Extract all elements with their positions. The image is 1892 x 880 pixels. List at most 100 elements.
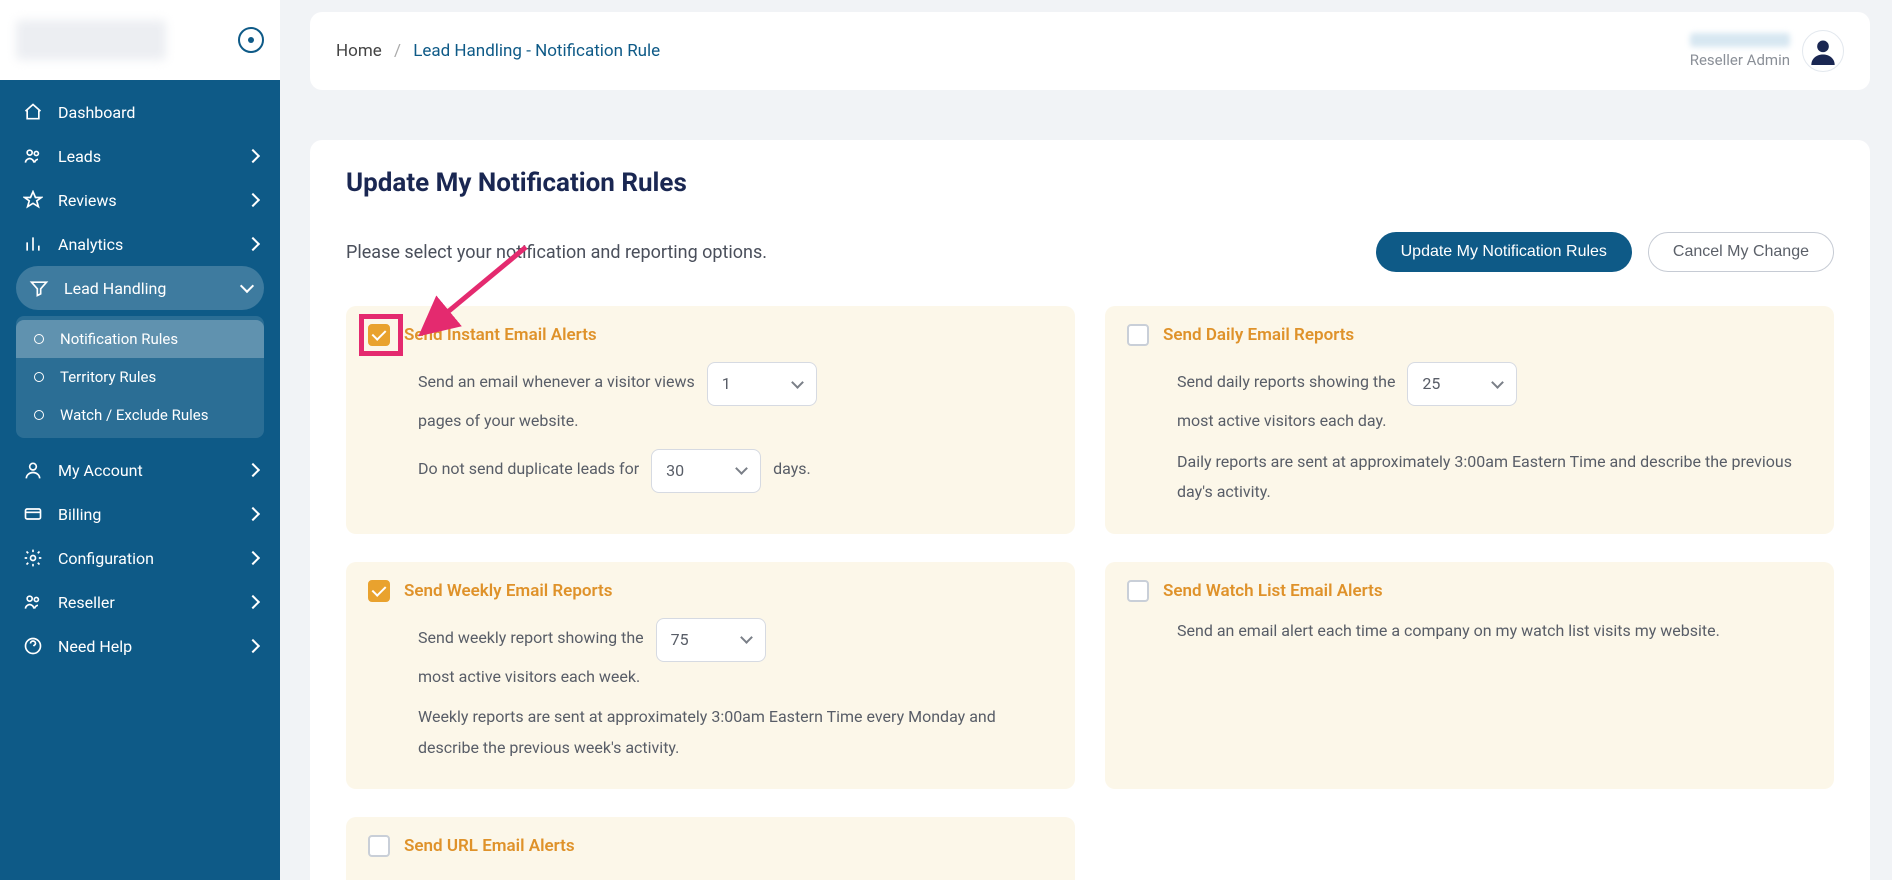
home-icon: [22, 102, 44, 122]
chevron-down-icon: [735, 463, 748, 476]
user-name: [1690, 33, 1790, 47]
sidebar-item-dashboard[interactable]: Dashboard: [0, 90, 280, 134]
card-note: Weekly reports are sent at approximately…: [418, 702, 1053, 763]
select-value: 25: [1422, 369, 1440, 399]
sidebar-item-billing[interactable]: Billing: [0, 492, 280, 536]
checkbox-weekly-reports[interactable]: [368, 580, 390, 602]
sidebar-item-analytics[interactable]: Analytics: [0, 222, 280, 266]
main: Home / Lead Handling - Notification Rule…: [280, 0, 1892, 880]
sidebar-item-reviews[interactable]: Reviews: [0, 178, 280, 222]
button-row: Update My Notification Rules Cancel My C…: [1376, 232, 1834, 272]
subhead-text: Please select your notification and repo…: [346, 242, 767, 263]
target-icon[interactable]: [238, 27, 264, 53]
checkbox-watch-alerts[interactable]: [1127, 580, 1149, 602]
card-text: most active visitors each day.: [1177, 406, 1812, 436]
sidebar-item-reseller[interactable]: Reseller: [0, 580, 280, 624]
select-value: 75: [671, 625, 689, 655]
star-icon: [22, 190, 44, 210]
user-icon: [22, 460, 44, 480]
card-title: Send Daily Email Reports: [1163, 325, 1354, 345]
user-text: Reseller Admin: [1690, 33, 1790, 69]
sidebar-item-label: Leads: [58, 147, 248, 166]
circle-icon: [34, 372, 44, 382]
sidebar-sub-label: Territory Rules: [60, 368, 156, 386]
sidebar-item-configuration[interactable]: Configuration: [0, 536, 280, 580]
card-instant-alerts: Send Instant Email Alerts Send an email …: [346, 306, 1075, 534]
card-title: Send Watch List Email Alerts: [1163, 581, 1383, 601]
breadcrumb-home[interactable]: Home: [336, 41, 382, 61]
card-text: Send weekly report showing the: [418, 628, 644, 647]
sidebar-item-label: Configuration: [58, 549, 248, 568]
sidebar-sub-territory-rules[interactable]: Territory Rules: [16, 358, 264, 396]
breadcrumb-current[interactable]: Lead Handling - Notification Rule: [413, 41, 660, 61]
sidebar-sub-lead-handling: Notification Rules Territory Rules Watch…: [16, 316, 264, 438]
card-title: Send Weekly Email Reports: [404, 581, 613, 601]
nav: Dashboard Leads Reviews An: [0, 80, 280, 668]
card-daily-reports: Send Daily Email Reports Send daily repo…: [1105, 306, 1834, 534]
card-url-alerts: Send URL Email Alerts: [346, 817, 1075, 880]
sidebar-item-leads[interactable]: Leads: [0, 134, 280, 178]
card-icon: [22, 504, 44, 524]
update-rules-button[interactable]: Update My Notification Rules: [1376, 232, 1632, 272]
card-text: Send an email whenever a visitor views: [418, 372, 695, 391]
avatar[interactable]: [1802, 30, 1844, 72]
cancel-button[interactable]: Cancel My Change: [1648, 232, 1834, 272]
users-icon: [22, 592, 44, 612]
select-value: 30: [666, 456, 684, 486]
card-note: Daily reports are sent at approximately …: [1177, 447, 1812, 508]
checkbox-url-alerts[interactable]: [368, 835, 390, 857]
sidebar-item-label: Analytics: [58, 235, 248, 254]
sidebar-item-label: Lead Handling: [64, 279, 242, 298]
sidebar-item-lead-handling[interactable]: Lead Handling: [16, 266, 264, 310]
card-watch-alerts: Send Watch List Email Alerts Send an ema…: [1105, 562, 1834, 790]
select-weekly-count[interactable]: 75: [656, 618, 766, 662]
card-weekly-reports: Send Weekly Email Reports Send weekly re…: [346, 562, 1075, 790]
content-panel: Update My Notification Rules Please sele…: [310, 140, 1870, 880]
bars-icon: [22, 234, 44, 254]
cards-grid: Send Instant Email Alerts Send an email …: [346, 306, 1834, 880]
chevron-right-icon: [246, 595, 260, 609]
select-value: 1: [722, 369, 731, 399]
users-icon: [22, 146, 44, 166]
circle-icon: [34, 334, 44, 344]
chevron-right-icon: [246, 237, 260, 251]
card-text: Do not send duplicate leads for: [418, 459, 639, 478]
card-title: Send Instant Email Alerts: [404, 325, 597, 345]
select-days[interactable]: 30: [651, 449, 761, 493]
page-title: Update My Notification Rules: [346, 168, 1834, 198]
subhead-row: Please select your notification and repo…: [346, 232, 1834, 272]
sidebar-item-need-help[interactable]: Need Help: [0, 624, 280, 668]
sidebar-sub-label: Notification Rules: [60, 330, 178, 348]
sidebar-item-my-account[interactable]: My Account: [0, 448, 280, 492]
checkbox-instant-alerts[interactable]: [368, 324, 390, 346]
sidebar-item-label: Billing: [58, 505, 248, 524]
sidebar-item-label: Reseller: [58, 593, 248, 612]
select-daily-count[interactable]: 25: [1407, 362, 1517, 406]
user-role: Reseller Admin: [1690, 51, 1790, 69]
topbar: Home / Lead Handling - Notification Rule…: [310, 12, 1870, 90]
card-text: days.: [773, 459, 811, 478]
chevron-down-icon: [240, 279, 254, 293]
breadcrumb-separator: /: [394, 41, 401, 61]
help-icon: [22, 636, 44, 656]
card-text: most active visitors each week.: [418, 662, 1053, 692]
sidebar-item-label: Reviews: [58, 191, 248, 210]
card-text: Send daily reports showing the: [1177, 372, 1395, 391]
chevron-down-icon: [1492, 376, 1505, 389]
logo: [16, 20, 166, 60]
chevron-right-icon: [246, 507, 260, 521]
sidebar-sub-watch-exclude-rules[interactable]: Watch / Exclude Rules: [16, 396, 264, 434]
sidebar-sub-notification-rules[interactable]: Notification Rules: [16, 320, 264, 358]
card-note: Send an email alert each time a company …: [1177, 616, 1812, 646]
sidebar-sub-label: Watch / Exclude Rules: [60, 406, 208, 424]
card-text: pages of your website.: [418, 406, 1053, 436]
chevron-right-icon: [246, 551, 260, 565]
checkbox-daily-reports[interactable]: [1127, 324, 1149, 346]
gear-icon: [22, 548, 44, 568]
chevron-right-icon: [246, 193, 260, 207]
user-area: Reseller Admin: [1690, 30, 1844, 72]
select-pages[interactable]: 1: [707, 362, 817, 406]
chevron-right-icon: [246, 639, 260, 653]
sidebar-header: [0, 0, 280, 80]
sidebar-item-label: My Account: [58, 461, 248, 480]
